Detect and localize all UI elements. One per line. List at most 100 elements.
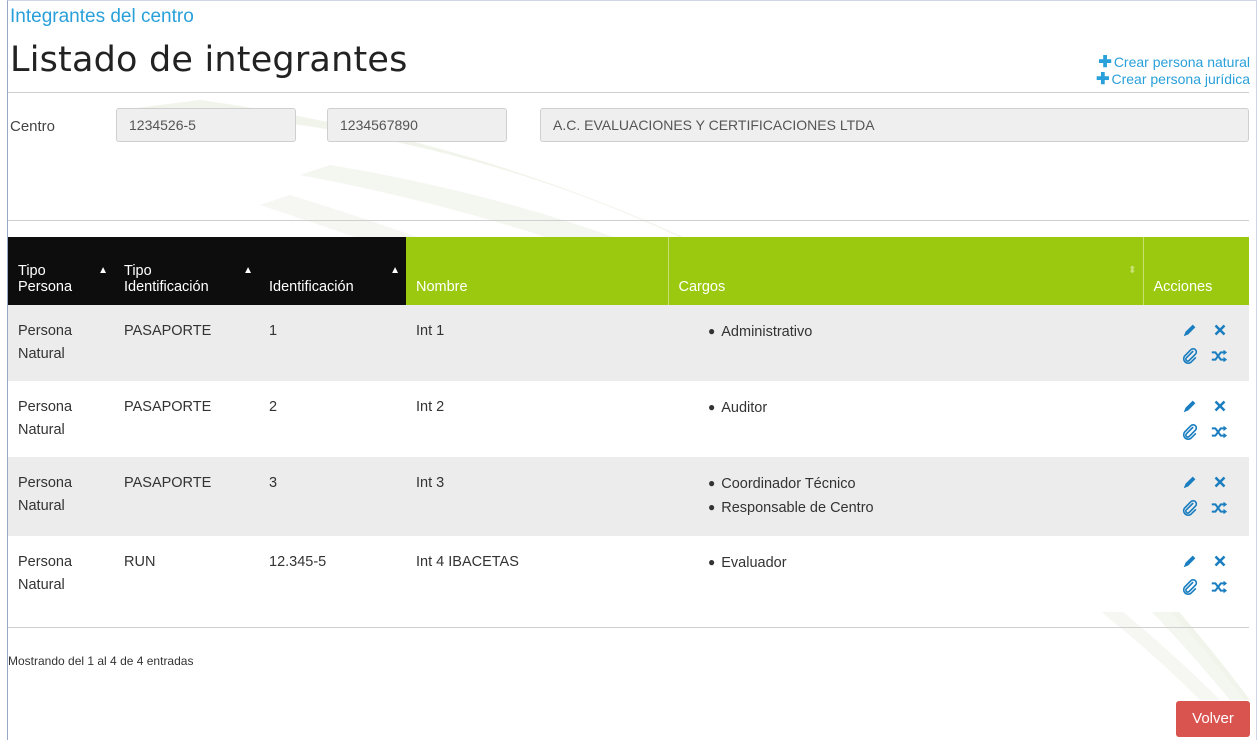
shuffle-icon[interactable]: [1207, 423, 1229, 443]
col-header-cargos[interactable]: Cargos ⬍: [667, 237, 1143, 305]
edit-icon[interactable]: [1177, 552, 1199, 572]
attach-icon[interactable]: [1177, 347, 1199, 367]
cargo-item: ● Coordinador Técnico: [708, 472, 1133, 496]
table-body: Persona Natural PASAPORTE 1 Int 1 ● Administra…: [8, 305, 1249, 612]
centro-name-field: A.C. EVALUACIONES Y CERTIFICACIONES LTDA: [540, 108, 1249, 142]
delete-icon[interactable]: [1207, 321, 1229, 341]
cell-text: Persona: [18, 475, 73, 491]
header-text: Tipo: [18, 263, 46, 279]
header-text: Cargos: [678, 279, 726, 295]
top-actions: ✚ Crear persona natural ✚ Crear persona ju…: [1096, 54, 1250, 88]
sort-asc-icon[interactable]: ▲: [243, 265, 253, 276]
cell-cargos: ● Coordinador Técnico ● Responsable de Cent…: [668, 457, 1143, 536]
create-natural-person-label: Crear persona natural: [1113, 54, 1250, 70]
header-text: Identificación: [269, 279, 354, 295]
sort-asc-icon[interactable]: ▲: [98, 265, 108, 276]
divider: [8, 627, 1249, 628]
shuffle-icon[interactable]: [1207, 347, 1229, 367]
cell-acciones: [1143, 536, 1249, 612]
delete-icon[interactable]: [1207, 473, 1229, 493]
cell-acciones: [1143, 457, 1249, 536]
bullet-icon: ●: [708, 476, 716, 490]
cargo-item: ● Auditor: [708, 396, 1133, 420]
cell-tipo-persona: Persona Natural: [8, 536, 114, 612]
table-info: Mostrando del 1 al 4 de 4 entradas: [8, 654, 194, 668]
page-title: Listado de integrantes: [10, 40, 408, 80]
centro-code-field: 1234567890: [327, 108, 507, 142]
cell-text: Persona: [18, 399, 73, 415]
col-header-tipo-identificacion[interactable]: Tipo Identificación ▲: [114, 237, 259, 305]
table-row: Persona Natural PASAPORTE 3 Int 3 ● Coordinado…: [8, 457, 1249, 536]
plus-icon: ✚: [1096, 71, 1110, 88]
col-header-nombre: Nombre: [406, 237, 668, 305]
bullet-icon: ●: [708, 500, 716, 514]
cell-cargos: ● Auditor: [668, 381, 1143, 457]
volver-button[interactable]: Volver: [1176, 701, 1250, 737]
members-table: Tipo Persona ▲ Tipo Identificación ▲ Ide…: [8, 237, 1249, 612]
cell-identificacion: 2: [259, 381, 406, 457]
cargo-item: ● Responsable de Centro: [708, 496, 1133, 520]
breadcrumb[interactable]: Integrantes del centro: [10, 6, 194, 28]
delete-icon[interactable]: [1207, 552, 1229, 572]
table-row: Persona Natural PASAPORTE 2 Int 2 ● Auditor: [8, 381, 1249, 457]
cell-identificacion: 12.345-5: [259, 536, 406, 612]
col-header-acciones: Acciones: [1142, 237, 1249, 305]
col-header-identificacion[interactable]: Identificación ▲: [259, 237, 406, 305]
cell-nombre: Int 3: [406, 457, 668, 536]
edit-icon[interactable]: [1177, 397, 1199, 417]
create-natural-person-link[interactable]: ✚ Crear persona natural: [1096, 54, 1250, 71]
sort-both-icon[interactable]: ⬍: [1128, 265, 1136, 276]
shuffle-icon[interactable]: [1207, 499, 1229, 519]
cell-acciones: [1143, 305, 1249, 381]
edit-icon[interactable]: [1177, 473, 1199, 493]
attach-icon[interactable]: [1177, 578, 1199, 598]
cell-nombre: Int 4 IBACETAS: [406, 536, 668, 612]
table-row: Persona Natural RUN 12.345-5 Int 4 IBACETAS ●…: [8, 536, 1249, 612]
cell-nombre: Int 1: [406, 305, 668, 381]
cargo-label: Administrativo: [721, 324, 813, 340]
bullet-icon: ●: [708, 400, 716, 414]
cargo-label: Coordinador Técnico: [721, 476, 856, 492]
cell-acciones: [1143, 381, 1249, 457]
cargo-label: Evaluador: [721, 555, 787, 571]
cell-tipo-id: PASAPORTE: [114, 381, 259, 457]
table-row: Persona Natural PASAPORTE 1 Int 1 ● Administra…: [8, 305, 1249, 381]
cell-identificacion: 1: [259, 305, 406, 381]
attach-icon[interactable]: [1177, 499, 1199, 519]
cell-cargos: ● Evaluador: [668, 536, 1143, 612]
cell-text: Persona: [18, 554, 73, 570]
bullet-icon: ●: [708, 555, 716, 569]
delete-icon[interactable]: [1207, 397, 1229, 417]
cell-tipo-persona: Persona Natural: [8, 457, 114, 536]
header-text: Tipo: [124, 263, 152, 279]
cell-tipo-persona: Persona Natural: [8, 381, 114, 457]
sort-asc-icon[interactable]: ▲: [390, 265, 400, 276]
cell-identificacion: 3: [259, 457, 406, 536]
cargo-item: ● Administrativo: [708, 320, 1133, 344]
plus-icon: ✚: [1098, 54, 1112, 71]
centro-rut-field: 1234526-5: [116, 108, 296, 142]
cell-text: Natural: [18, 498, 65, 514]
divider: [8, 220, 1249, 221]
attach-icon[interactable]: [1177, 423, 1199, 443]
cell-text: Natural: [18, 346, 65, 362]
cargo-item: ● Evaluador: [708, 551, 1133, 575]
header-text: Nombre: [416, 279, 468, 295]
col-header-tipo-persona[interactable]: Tipo Persona ▲: [8, 237, 114, 305]
cargo-label: Auditor: [721, 400, 768, 416]
bullet-icon: ●: [708, 324, 716, 338]
cell-text: Natural: [18, 577, 65, 593]
create-legal-person-label: Crear persona jurídica: [1111, 71, 1250, 87]
cell-tipo-id: RUN: [114, 536, 259, 612]
cell-text: Persona: [18, 323, 73, 339]
create-legal-person-link[interactable]: ✚ Crear persona jurídica: [1096, 71, 1250, 88]
edit-icon[interactable]: [1177, 321, 1199, 341]
cell-cargos: ● Administrativo: [668, 305, 1143, 381]
cell-nombre: Int 2: [406, 381, 668, 457]
cargo-label: Responsable de Centro: [721, 500, 874, 516]
cell-text: Natural: [18, 422, 65, 438]
centro-label: Centro: [10, 118, 56, 135]
header-text: Identificación: [124, 279, 209, 295]
shuffle-icon[interactable]: [1207, 578, 1229, 598]
header-text: Persona: [18, 279, 73, 295]
